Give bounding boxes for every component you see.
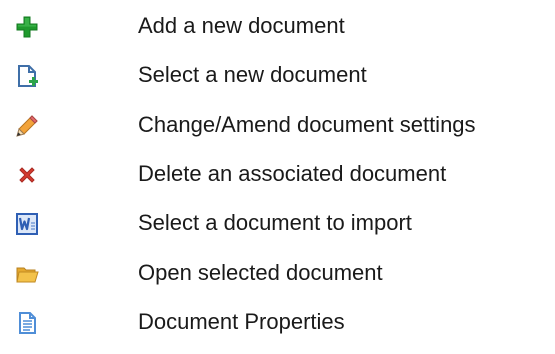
legend-row-change-document-settings: Change/Amend document settings <box>0 103 555 147</box>
word-document-icon <box>14 211 40 237</box>
legend-label-document-properties: Document Properties <box>138 309 345 334</box>
legend-row-import-document: Select a document to import <box>0 201 555 245</box>
add-icon <box>14 14 40 40</box>
legend-row-select-new-document: Select a new document <box>0 53 555 97</box>
legend-row-add-document: Add a new document <box>0 4 555 48</box>
document-properties-icon <box>14 310 40 336</box>
legend-label-change-document-settings: Change/Amend document settings <box>138 112 476 137</box>
legend-row-delete-document: Delete an associated document <box>0 152 555 196</box>
legend-row-document-properties: Document Properties <box>0 300 555 344</box>
legend-row-open-document: Open selected document <box>0 251 555 295</box>
pencil-icon <box>14 113 40 139</box>
legend-label-open-document: Open selected document <box>138 260 383 285</box>
legend-label-add-document: Add a new document <box>138 13 345 38</box>
legend-label-import-document: Select a document to import <box>138 210 412 235</box>
legend-label-select-new-document: Select a new document <box>138 62 367 87</box>
icon-legend: Add a new document Select a new document… <box>0 0 555 354</box>
delete-icon <box>14 162 40 188</box>
folder-open-icon <box>14 261 40 287</box>
new-document-icon <box>14 63 40 89</box>
legend-label-delete-document: Delete an associated document <box>138 161 447 186</box>
